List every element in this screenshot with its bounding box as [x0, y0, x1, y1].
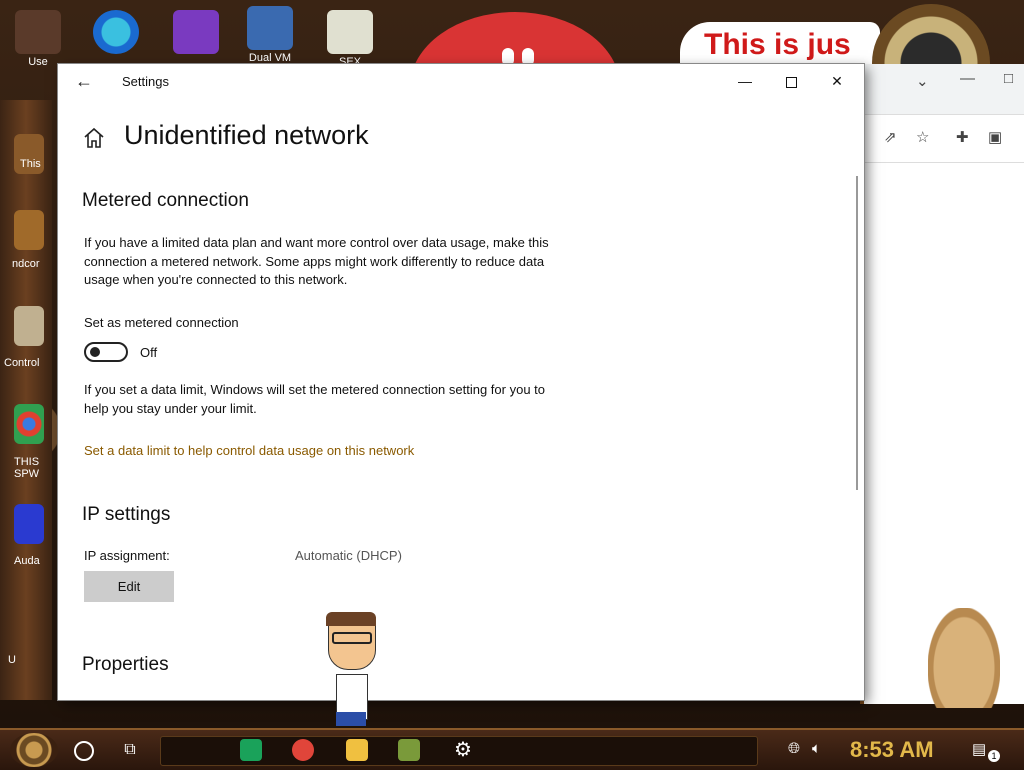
ip-assignment-value: Automatic (DHCP) — [295, 548, 402, 563]
desktop-left-label: This — [20, 158, 41, 170]
desktop-left-label: U — [8, 654, 16, 666]
chrome-icon[interactable] — [292, 739, 314, 761]
metered-connection-heading: Metered connection — [82, 190, 249, 211]
sheets-icon[interactable] — [240, 739, 262, 761]
taskbar: ⧉ ⚙ 🌐︎ 🔈︎ 8:53 AM ▤ 1 — [0, 728, 1024, 770]
game-icon[interactable] — [398, 739, 420, 761]
share-icon[interactable]: ⇗ — [884, 128, 897, 146]
page-title: Unidentified network — [124, 120, 369, 150]
desktop-left-label: Auda — [14, 555, 40, 567]
close-icon: ✕ — [831, 73, 843, 89]
taskbar-clock[interactable]: 8:53 AM — [850, 734, 934, 766]
chevron-down-icon[interactable]: ⌄ — [916, 72, 929, 90]
set-data-limit-link[interactable]: Set a data limit to help control data us… — [84, 443, 414, 458]
left-decoration-strip — [0, 100, 52, 700]
ip-assignment-label: IP assignment: — [84, 548, 170, 563]
back-button[interactable]: ← — [72, 70, 96, 92]
desktop-banner: This is jus — [680, 22, 880, 68]
bookmark-star-icon[interactable]: ☆ — [916, 128, 929, 146]
control-panel-icon — [14, 306, 44, 346]
desktop-icon-edge[interactable] — [86, 10, 146, 56]
metered-description: If you have a limited data plan and want… — [84, 235, 549, 287]
back-arrow-icon: ← — [75, 71, 93, 91]
browser-toolbar: ⇗ ☆ ✚ ▣ — [864, 116, 1024, 163]
browser-tabstrip: ⌄ — □ — [864, 64, 1024, 115]
task-view-icon[interactable]: ⧉ — [118, 730, 142, 770]
hamster-decoration — [928, 608, 1000, 708]
network-globe-icon[interactable]: 🌐︎ — [788, 740, 800, 757]
volume-icon[interactable]: 🔈︎ — [812, 740, 821, 757]
notification-count-badge: 1 — [988, 750, 1000, 762]
desktop-icon-label: Dual VM — [248, 52, 292, 64]
settings-gear-icon[interactable]: ⚙ — [452, 739, 474, 761]
title-bar: ← Settings — ✕ — [58, 64, 864, 98]
edge-icon — [93, 10, 139, 54]
cartoon-character-decoration — [324, 612, 380, 726]
desktop-icon-user[interactable]: Use — [8, 10, 68, 68]
start-button[interactable] — [10, 733, 58, 767]
close-button[interactable]: ✕ — [814, 64, 860, 98]
notification-center-icon[interactable]: ▤ — [972, 740, 986, 758]
toggle-state-text: Off — [140, 345, 158, 360]
minimize-button[interactable]: — — [722, 64, 768, 98]
side-panel-icon[interactable]: ▣ — [988, 128, 1002, 146]
desktop-left-label: ndcor — [12, 258, 40, 270]
audacity-icon — [14, 504, 44, 544]
visual-studio-icon — [173, 10, 219, 54]
minimize-icon: — — [738, 73, 752, 89]
maximize-icon[interactable]: □ — [1004, 70, 1013, 87]
desktop-icon-label: Use — [28, 56, 48, 68]
desktop-left-label: Control — [4, 357, 40, 369]
ip-settings-heading: IP settings — [82, 504, 171, 525]
desktop-icon-visual-studio[interactable] — [166, 10, 226, 56]
metered-toggle-label: Set as metered connection — [84, 315, 239, 330]
recycle-icon — [14, 210, 44, 250]
settings-window: ← Settings — ✕ Unidentified network Mete… — [58, 64, 864, 700]
user-icon — [15, 10, 61, 54]
home-icon[interactable] — [82, 126, 106, 150]
properties-heading: Properties — [82, 654, 169, 675]
edit-ip-button[interactable]: Edit — [84, 571, 174, 602]
hex-editor-icon — [327, 10, 373, 54]
desktop-icon-virtualbox[interactable]: Dual VM — [240, 6, 300, 64]
data-limit-note: If you set a data limit, Windows will se… — [84, 382, 545, 416]
virtualbox-icon — [247, 6, 293, 50]
maximize-icon — [785, 76, 797, 88]
maximize-button[interactable] — [768, 64, 814, 98]
minimize-icon[interactable]: — — [960, 70, 975, 87]
extensions-icon[interactable]: ✚ — [956, 128, 969, 146]
scrollbar[interactable] — [856, 176, 858, 490]
file-explorer-icon[interactable] — [346, 739, 368, 761]
window-title: Settings — [122, 74, 169, 89]
toggle-knob — [90, 347, 100, 357]
chrome-desktop-icon — [14, 404, 44, 444]
search-circle-icon[interactable] — [74, 741, 94, 761]
desktop-left-label: THIS SPW — [14, 456, 40, 480]
metered-connection-toggle[interactable] — [84, 342, 128, 362]
